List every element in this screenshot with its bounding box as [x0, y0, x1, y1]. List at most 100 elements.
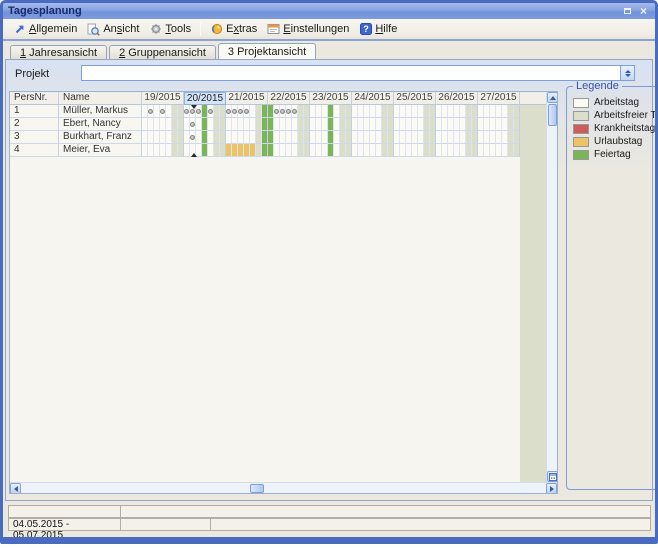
scroll-left-button[interactable] [10, 483, 21, 494]
goto-date-button[interactable] [547, 471, 558, 482]
assignment-dot [148, 109, 153, 114]
week-21-2015 [226, 118, 268, 131]
selection-marker-bottom [191, 153, 197, 157]
column-header-name[interactable]: Name [59, 92, 142, 105]
row-name-cell[interactable]: Burkhart, Franz [59, 131, 142, 144]
status-cell-empty [121, 519, 211, 530]
chevron-down-icon [625, 74, 631, 77]
week-header[interactable]: 21/2015 [226, 92, 268, 105]
week-27-2015 [478, 131, 520, 144]
week-headers: 19/201520/201521/201522/201523/201524/20… [142, 92, 520, 105]
legend-label: Feiertag [594, 149, 631, 160]
week-26-2015 [436, 131, 478, 144]
scroll-right-icon [550, 486, 554, 492]
menu-item-hilfe[interactable]: ?Hilfe [354, 21, 402, 38]
assignment-dot [160, 109, 165, 114]
legend-label: Arbeitstag [594, 97, 639, 108]
column-header-persnr[interactable]: PersNr. [10, 92, 59, 105]
row-number-cell[interactable]: 2 [10, 118, 59, 131]
week-header[interactable]: 22/2015 [268, 92, 310, 105]
legend-title: Legende [573, 80, 622, 92]
menu-item-label: Einstellungen [283, 23, 349, 35]
help-badge-icon: ? [359, 23, 372, 36]
row-day-cells [142, 105, 520, 118]
week-22-2015 [268, 144, 310, 157]
calendar-icon [549, 473, 557, 481]
menu-item-label: Ansicht [103, 23, 139, 35]
menu-item-extras[interactable]: Extras [205, 21, 262, 38]
vertical-scrollbar[interactable] [546, 92, 557, 482]
week-20-2015 [184, 118, 226, 131]
row-name-cell[interactable]: Meier, Eva [59, 144, 142, 157]
project-combobox-value[interactable] [82, 66, 620, 80]
close-button[interactable]: × [637, 5, 650, 17]
close-icon: × [640, 6, 647, 16]
week-24-2015 [352, 144, 394, 157]
legend-swatch-urlaubstag [573, 137, 589, 147]
week-header[interactable]: 27/2015 [478, 92, 520, 105]
tab-jahresansicht[interactable]: 1 Jahresansicht [10, 45, 107, 59]
assignment-dot [190, 122, 195, 127]
legend-item: Arbeitstag [573, 96, 658, 109]
project-combobox[interactable] [81, 65, 635, 81]
assignment-dot [244, 109, 249, 114]
row-name-cell[interactable]: Ebert, Nancy [59, 118, 142, 131]
selection-marker-top [191, 105, 197, 109]
horizontal-scroll-thumb[interactable] [250, 484, 264, 493]
assignment-dot [286, 109, 291, 114]
row-number-cell[interactable]: 4 [10, 144, 59, 157]
tab-page-projektansicht: Projekt PersNr. Name 19/201520/201521/20… [5, 59, 653, 501]
assignment-dot [226, 109, 231, 114]
grid-header-row: PersNr. Name 19/201520/201521/201522/201… [10, 92, 557, 105]
row-day-cells [142, 144, 520, 157]
grid-row: 1Müller, Markus [10, 105, 557, 118]
menu-item-tools[interactable]: Tools [144, 21, 196, 38]
status-bar-top [8, 505, 651, 518]
week-23-2015 [310, 144, 352, 157]
week-header[interactable]: 26/2015 [436, 92, 478, 105]
status-cell-empty [211, 519, 650, 530]
menu-item-ansicht[interactable]: Ansicht [82, 21, 144, 38]
menu-item-einstellungen[interactable]: Einstellungen [262, 21, 354, 38]
row-day-cells [142, 118, 520, 131]
combobox-dropdown-button[interactable] [620, 66, 634, 80]
header-filler [520, 92, 546, 105]
week-header[interactable]: 19/2015 [142, 92, 184, 105]
week-19-2015 [142, 131, 184, 144]
legend-label: Arbeitsfreier Tag [594, 110, 658, 121]
assignment-dot [190, 135, 195, 140]
vertical-scroll-thumb[interactable] [548, 104, 557, 126]
scroll-up-button[interactable] [547, 92, 558, 103]
week-header[interactable]: 25/2015 [394, 92, 436, 105]
horizontal-scrollbar[interactable] [10, 482, 557, 493]
row-name-cell[interactable]: Müller, Markus [59, 105, 142, 118]
week-header[interactable]: 23/2015 [310, 92, 352, 105]
tab-gruppenansicht[interactable]: 2 Gruppenansicht [109, 45, 216, 59]
week-23-2015 [310, 105, 352, 118]
scroll-right-button[interactable] [546, 483, 557, 494]
week-header[interactable]: 20/2015 [184, 92, 226, 105]
week-25-2015 [394, 144, 436, 157]
tab-projektansicht[interactable]: 3 Projektansicht [218, 43, 316, 59]
week-header[interactable]: 24/2015 [352, 92, 394, 105]
menu-item-allgemein[interactable]: Allgemein [8, 21, 82, 38]
svg-text:?: ? [363, 24, 369, 34]
row-number-cell[interactable]: 1 [10, 105, 59, 118]
restore-button[interactable] [621, 5, 634, 17]
menu-divider [2, 39, 656, 41]
grid-row: 4Meier, Eva [10, 144, 557, 157]
row-number-cell[interactable]: 3 [10, 131, 59, 144]
settings-window-icon [267, 23, 280, 36]
title-bar[interactable]: Tagesplanung × [2, 2, 656, 19]
status-bar-bottom: 04.05.2015 - 05.07.2015 [8, 518, 651, 531]
legend-swatch-arbeitsfreier-tag [573, 111, 589, 121]
week-25-2015 [394, 131, 436, 144]
legend-panel: Legende ArbeitstagArbeitsfreier TagKrank… [566, 80, 658, 490]
week-26-2015 [436, 118, 478, 131]
schedule-grid: PersNr. Name 19/201520/201521/201522/201… [9, 91, 558, 494]
menu-bar: Allgemein Ansicht Tools Extras Einstellungen… [2, 19, 656, 39]
extras-ball-icon [210, 23, 223, 36]
tab-strip: 1 Jahresansicht2 Gruppenansicht3 Projekt… [10, 43, 318, 59]
week-24-2015 [352, 118, 394, 131]
week-20-2015 [184, 131, 226, 144]
